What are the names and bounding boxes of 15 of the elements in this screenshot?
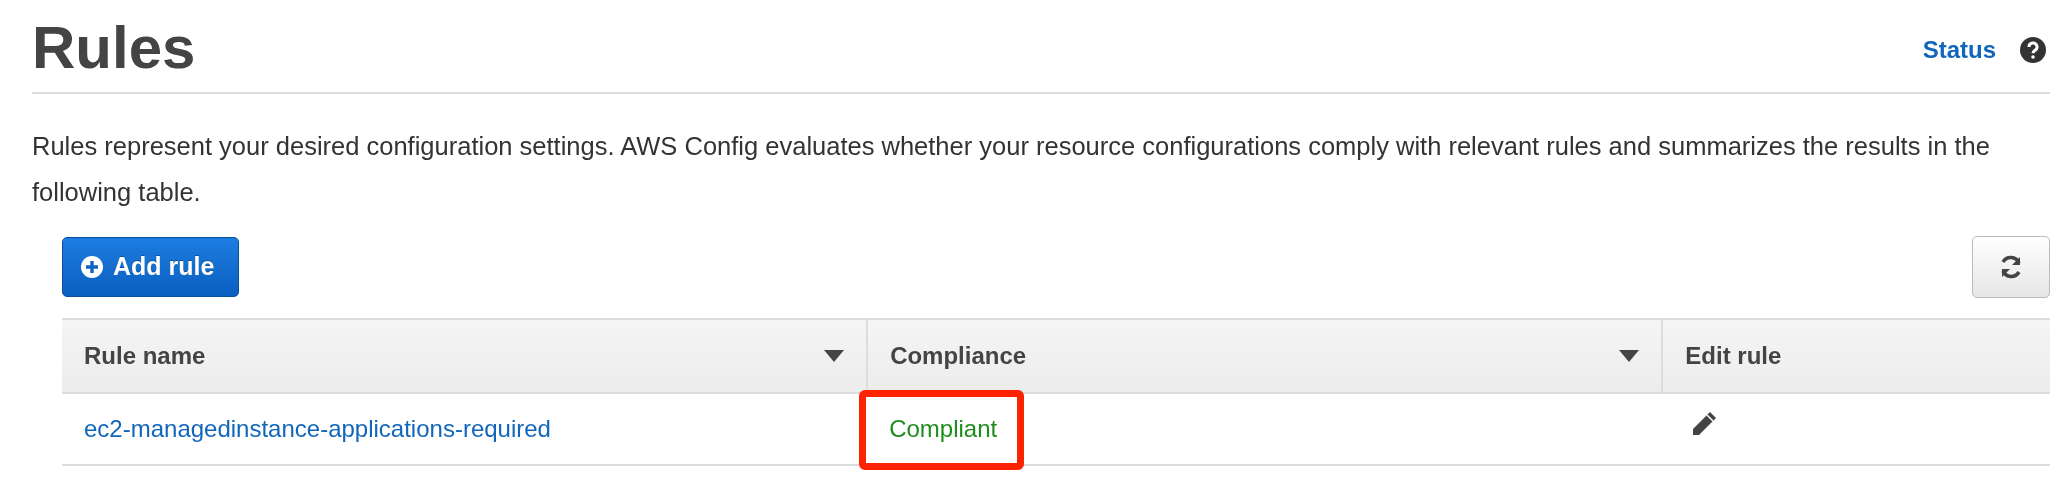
compliance-status: Compliant [889,414,998,442]
column-header[interactable]: Compliance [867,318,1663,393]
help-icon[interactable] [2020,37,2046,63]
description-text: Rules represent your desired configuration settings. AWS Config evaluates whether your resource configurations comply with relevant rules and summarizes the results in the following table. [32,131,1991,208]
rule-name-link[interactable]: ec2-managedinstance-applications-required [84,414,551,442]
status-link[interactable]: Status [1922,32,1996,68]
column-header[interactable]: Rule name [62,318,868,393]
plus-circle-icon [81,255,103,278]
pencil-icon[interactable] [1690,409,1719,438]
refresh-button[interactable] [1972,235,2050,298]
sort-caret-icon[interactable] [1619,349,1640,362]
add-rule-button[interactable]: Add rule [62,237,240,297]
page-title: Rules [32,13,196,83]
sort-caret-icon[interactable] [824,349,845,362]
column-header: Edit rule [1662,318,2050,393]
